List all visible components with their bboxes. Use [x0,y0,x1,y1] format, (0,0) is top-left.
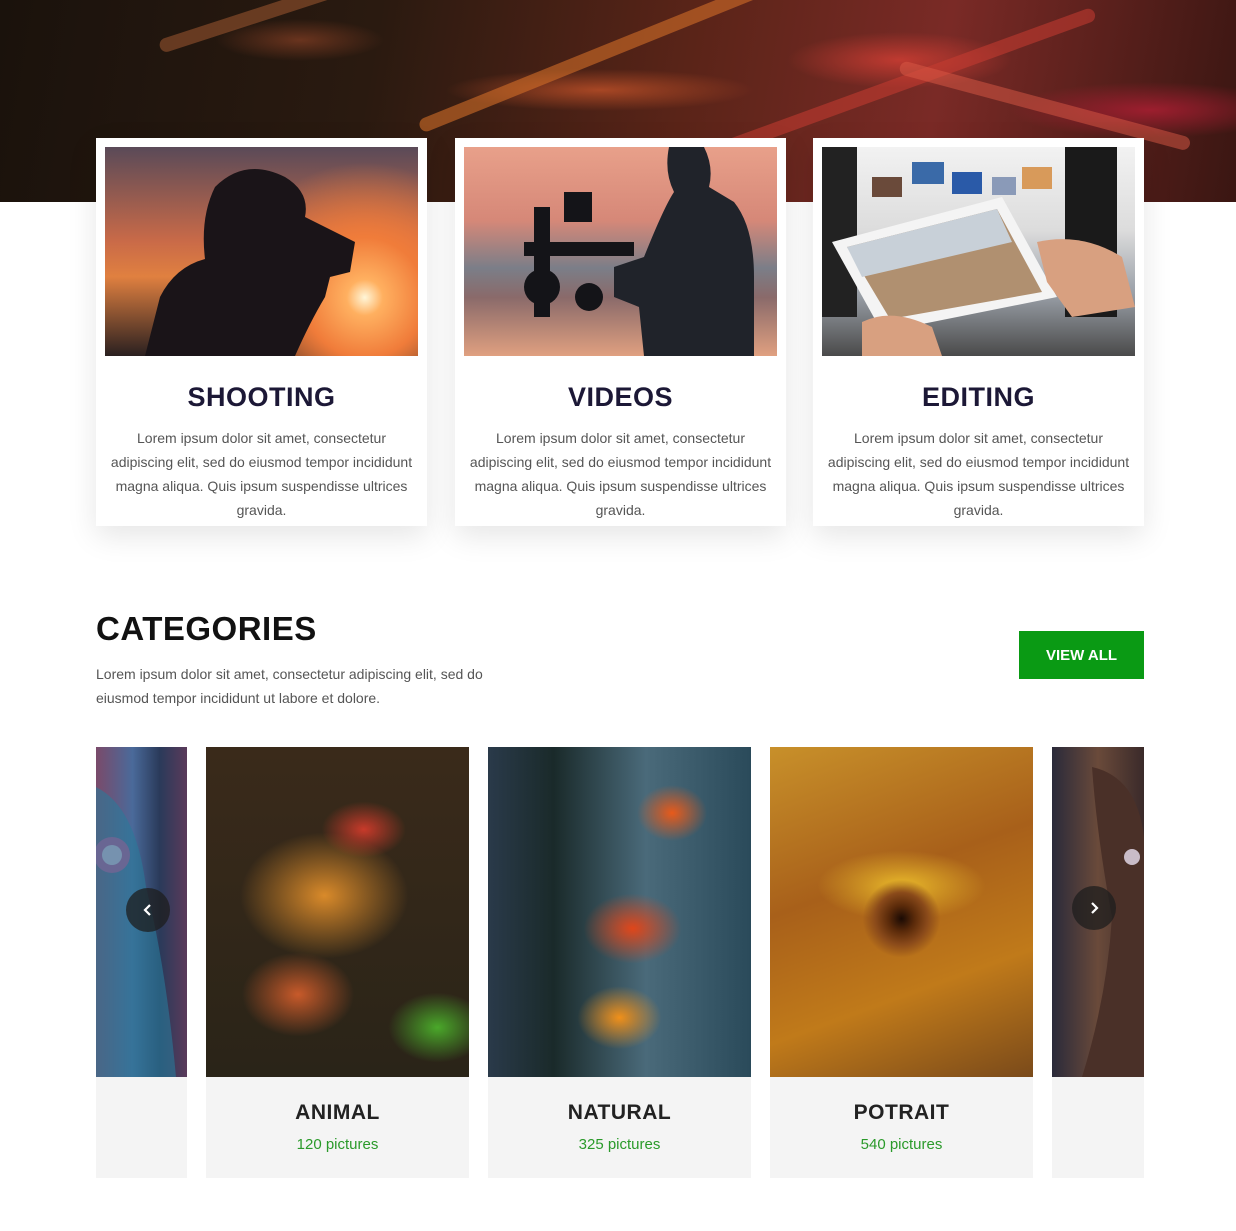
service-text: Lorem ipsum dolor sit amet, consectetur … [110,430,413,518]
service-title: EDITING [921,382,1035,412]
shooting-photo [105,147,418,356]
category-image [488,747,751,1077]
category-name: POTRAIT [853,1101,950,1124]
category-count: 120 pictures [296,1136,379,1153]
category-count: 325 pictures [578,1136,661,1153]
service-title: SHOOTING [187,382,336,412]
category-slide-potrait[interactable]: POTRAIT 540 pictures [770,747,1033,1178]
category-slide-natural[interactable]: NATURAL 325 pictures [488,747,751,1178]
categories-description: Lorem ipsum dolor sit amet, consectetur … [96,666,483,706]
service-text: Lorem ipsum dolor sit amet, consectetur … [827,430,1130,518]
categories-title: CATEGORIES [96,610,317,647]
videos-photo [464,147,777,356]
chevron-left-icon[interactable] [126,888,170,932]
editing-photo [822,147,1135,356]
category-name: NATURAL [567,1101,672,1124]
service-text: Lorem ipsum dolor sit amet, consectetur … [469,430,772,518]
category-image [206,747,469,1077]
service-card-shooting: SHOOTING Lorem ipsum dolor sit amet, con… [96,138,427,526]
service-title: VIDEOS [567,382,674,412]
category-image [770,747,1033,1077]
category-slide-partial-left[interactable] [96,747,187,1178]
category-name: ANIMAL [295,1101,380,1124]
service-card-videos: VIDEOS Lorem ipsum dolor sit amet, conse… [455,138,786,526]
category-slide-partial-right[interactable] [1052,747,1144,1178]
category-count: 540 pictures [860,1136,943,1153]
chevron-right-icon[interactable] [1072,886,1116,930]
service-card-editing: EDITING Lorem ipsum dolor sit amet, cons… [813,138,1144,526]
category-slide-animal[interactable]: ANIMAL 120 pictures [206,747,469,1178]
view-all-button[interactable]: VIEW ALL [1019,631,1144,679]
